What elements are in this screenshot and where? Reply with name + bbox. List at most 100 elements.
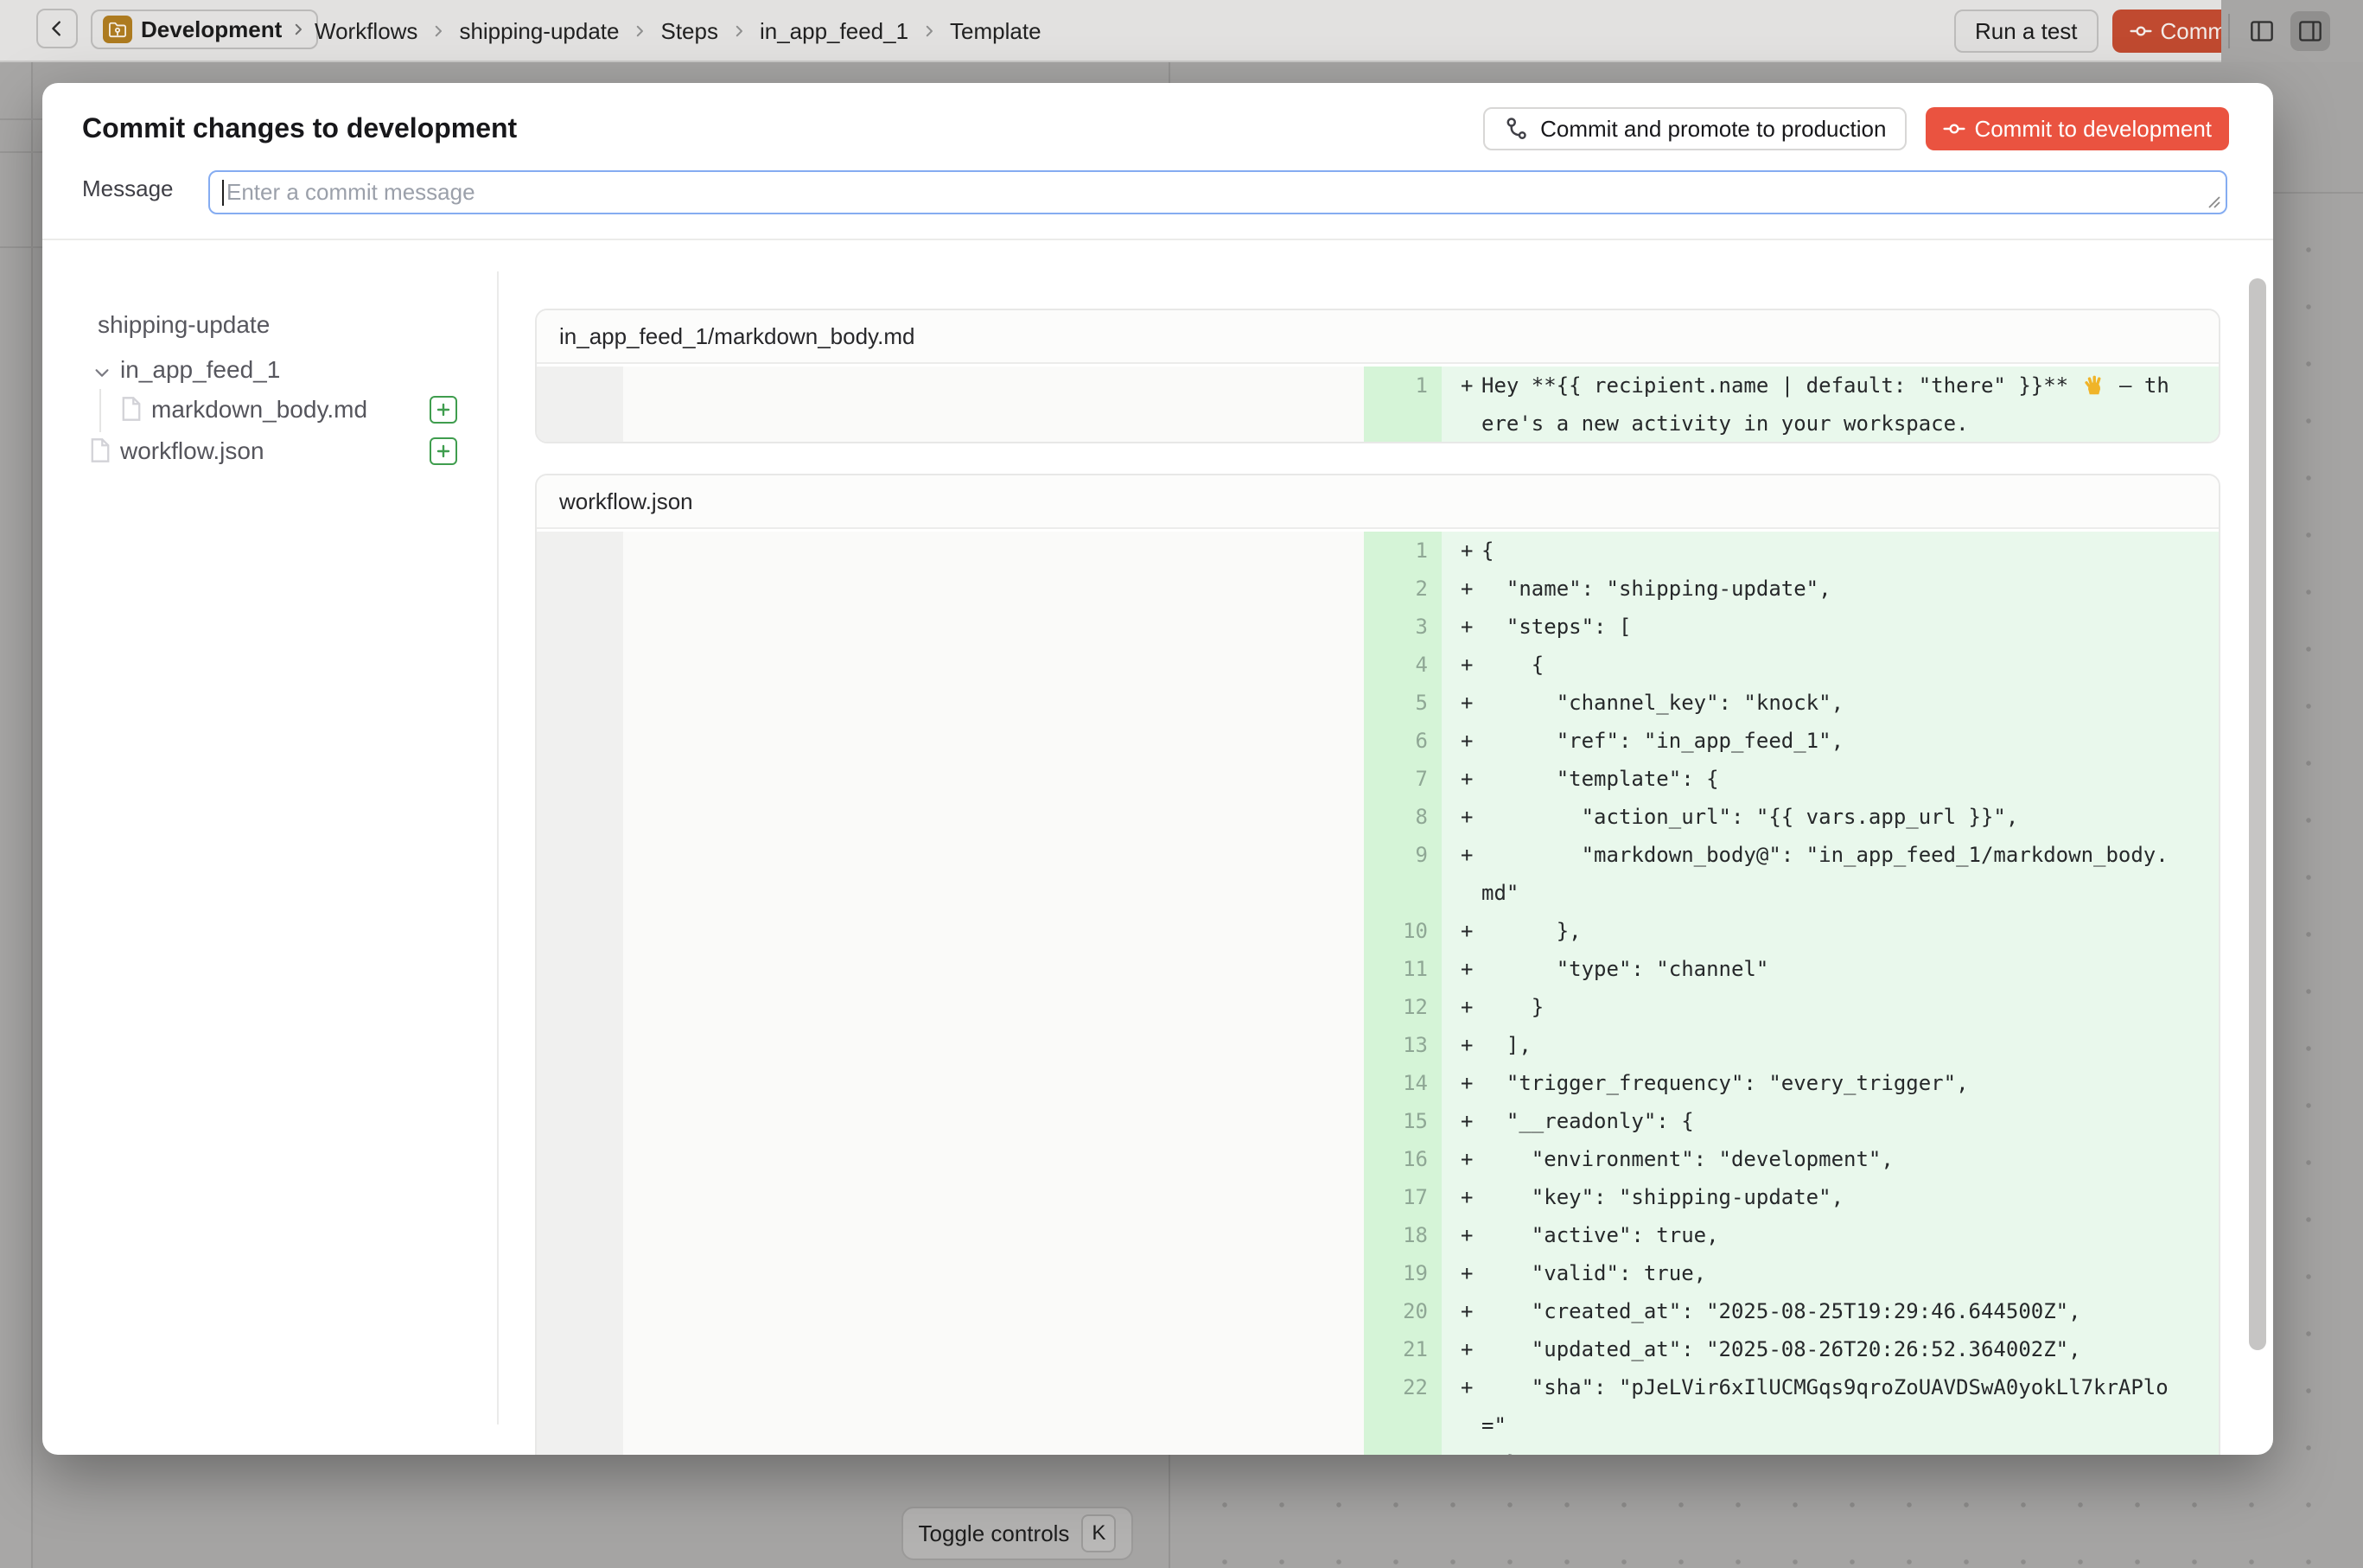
tree-divider — [497, 271, 499, 1425]
diff-rows: 1+Hey **{{ recipient.name | default: "th… — [537, 364, 2219, 443]
breadcrumb-item[interactable]: in_app_feed_1 — [760, 18, 908, 45]
waving-hand-icon — [2083, 374, 2105, 397]
toggle-controls-button[interactable]: Toggle controls K — [901, 1507, 1133, 1560]
diff-row: 3+ "steps": [ — [537, 608, 2219, 646]
old-code-cell — [623, 405, 1364, 443]
toggle-right-panel-button[interactable] — [2290, 11, 2330, 51]
diff-row: 9+ "markdown_body@": "in_app_feed_1/mark… — [537, 836, 2219, 874]
back-button[interactable] — [36, 9, 78, 48]
added-code-cell: + "sha": "pJeLVir6xIlUCMGqs9qroZoUAVDSwA… — [1442, 1368, 2219, 1406]
commit-message-placeholder: Enter a commit message — [226, 179, 475, 206]
added-code-cell: + { — [1442, 646, 2219, 684]
commit-and-promote-label: Commit and promote to production — [1540, 116, 1886, 143]
diff-add-sign: + — [1442, 1071, 1481, 1095]
file-icon — [120, 396, 143, 422]
code-text: "environment": "development", — [1481, 1147, 1894, 1171]
new-line-number: 7 — [1364, 760, 1442, 798]
plus-icon — [435, 443, 452, 460]
diff-row: 1+{ — [537, 532, 2219, 570]
code-text: } — [1481, 1451, 1519, 1455]
old-line-gutter — [537, 1216, 623, 1254]
new-line-number: 1 — [1364, 367, 1442, 405]
diff-add-sign: + — [1442, 767, 1481, 791]
old-line-gutter — [537, 874, 623, 912]
added-code-cell: + "steps": [ — [1442, 608, 2219, 646]
keyboard-shortcut-badge: K — [1081, 1514, 1116, 1552]
new-line-number: 12 — [1364, 988, 1442, 1026]
added-code-cell: + "__readonly": { — [1442, 1102, 2219, 1140]
tree-indent-line — [99, 389, 101, 432]
top-bar-actions: Run a test Commit — [1954, 10, 2255, 53]
scrollbar-thumb[interactable] — [2249, 278, 2266, 1350]
diff-row: 7+ "template": { — [537, 760, 2219, 798]
added-file-indicator[interactable] — [430, 437, 457, 465]
old-line-gutter — [537, 684, 623, 722]
added-code-cell: + "trigger_frequency": "every_trigger", — [1442, 1064, 2219, 1102]
tree-item-markdown-body[interactable]: markdown_body.md — [151, 396, 367, 424]
old-line-gutter — [537, 912, 623, 950]
panel-right-icon — [2298, 20, 2322, 42]
code-text: "channel_key": "knock", — [1481, 691, 1844, 715]
added-code-cell: + } — [1442, 1444, 2219, 1455]
added-code-cell: + } — [1442, 988, 2219, 1026]
new-line-number: 11 — [1364, 950, 1442, 988]
new-line-number: 13 — [1364, 1026, 1442, 1064]
tree-item-workflow-json[interactable]: workflow.json — [120, 437, 264, 465]
commit-dialog: Commit changes to development Commit and… — [42, 83, 2273, 1455]
old-line-gutter — [537, 1026, 623, 1064]
run-a-test-button[interactable]: Run a test — [1954, 10, 2099, 53]
panel-left-icon — [2250, 20, 2274, 42]
old-line-gutter — [537, 646, 623, 684]
breadcrumb-item[interactable]: Workflows — [315, 18, 417, 45]
old-line-gutter — [537, 367, 623, 405]
chevron-down-icon[interactable] — [92, 363, 111, 382]
resize-handle-icon[interactable] — [2206, 194, 2221, 209]
diff-row: 6+ "ref": "in_app_feed_1", — [537, 722, 2219, 760]
dialog-title: Commit changes to development — [82, 112, 517, 144]
toggle-left-panel-button[interactable] — [2242, 11, 2282, 51]
commit-to-development-label: Commit to development — [1974, 116, 2212, 143]
code-text: "__readonly": { — [1481, 1109, 1694, 1133]
old-line-gutter — [537, 1406, 623, 1444]
plus-icon — [435, 401, 452, 418]
old-code-cell — [623, 1216, 1364, 1254]
breadcrumb-item[interactable]: shipping-update — [459, 18, 619, 45]
diff-add-sign: + — [1442, 957, 1481, 981]
new-line-number: 9 — [1364, 836, 1442, 874]
added-code-cell: + "updated_at": "2025-08-26T20:26:52.364… — [1442, 1330, 2219, 1368]
diff-add-sign: + — [1442, 577, 1481, 601]
new-line-number: 10 — [1364, 912, 1442, 950]
added-file-indicator[interactable] — [430, 396, 457, 424]
new-line-number: 22 — [1364, 1368, 1442, 1406]
background-divider — [0, 118, 42, 120]
old-code-cell — [623, 570, 1364, 608]
diff-add-sign: + — [1442, 1451, 1481, 1455]
old-code-cell — [623, 988, 1364, 1026]
old-code-cell — [623, 367, 1364, 405]
code-text: md" — [1481, 881, 1519, 905]
old-code-cell — [623, 1330, 1364, 1368]
added-code-cell: =" — [1442, 1406, 2219, 1444]
code-text: "valid": true, — [1481, 1261, 1706, 1285]
diff-add-sign: + — [1442, 995, 1481, 1019]
commit-and-promote-button[interactable]: Commit and promote to production — [1483, 107, 1907, 150]
old-code-cell — [623, 1292, 1364, 1330]
code-text: =" — [1481, 1413, 1506, 1437]
chevron-right-icon — [430, 23, 446, 39]
commit-to-development-button[interactable]: Commit to development — [1926, 107, 2229, 150]
promote-branch-icon — [1504, 116, 1530, 142]
diff-row: ere's a new activity in your workspace. — [537, 405, 2219, 443]
breadcrumb-item[interactable]: Steps — [660, 18, 718, 45]
tree-item-step-folder[interactable]: in_app_feed_1 — [120, 356, 280, 384]
message-label: Message — [82, 175, 174, 202]
old-line-gutter — [537, 950, 623, 988]
environment-selector[interactable]: Development — [91, 10, 318, 49]
tree-item-workflow-root[interactable]: shipping-update — [98, 311, 270, 339]
new-line-number: 2 — [1364, 570, 1442, 608]
new-line-number: 6 — [1364, 722, 1442, 760]
commit-message-input[interactable]: Enter a commit message — [208, 170, 2227, 214]
toolbar-divider — [2228, 14, 2230, 48]
dialog-header-divider — [42, 239, 2273, 240]
code-text: "created_at": "2025-08-25T19:29:46.64450… — [1481, 1299, 2081, 1323]
code-text: "trigger_frequency": "every_trigger", — [1481, 1071, 1969, 1095]
